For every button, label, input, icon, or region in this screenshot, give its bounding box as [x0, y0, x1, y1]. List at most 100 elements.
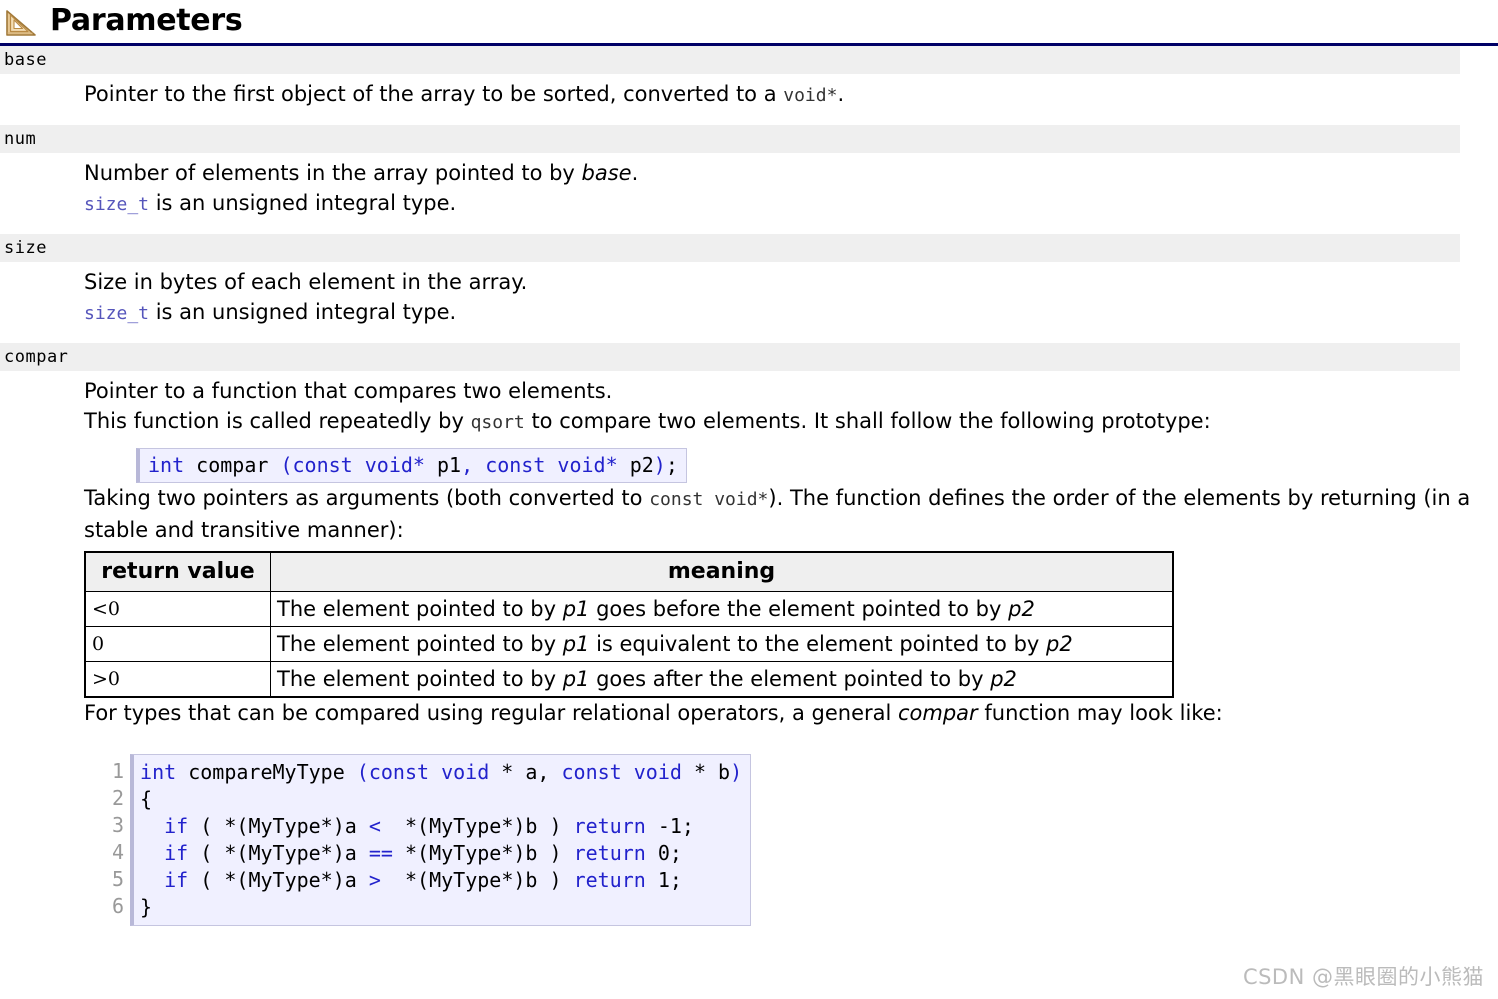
- param-label: compar: [4, 347, 69, 367]
- code-keyword: const void: [561, 760, 682, 784]
- link-size-t[interactable]: size_t: [84, 194, 149, 215]
- code-keyword: int: [140, 760, 177, 784]
- return-value-table: return value meaning <0 The element point…: [84, 551, 1174, 698]
- code-keyword: ): [730, 760, 743, 784]
- text-fragment: is equivalent to the element pointed to …: [589, 632, 1047, 656]
- table-row: 0 The element pointed to by p1 is equival…: [84, 626, 1174, 662]
- table-row: <0 The element pointed to by p1 goes befo…: [84, 591, 1174, 627]
- link-size-t[interactable]: size_t: [84, 303, 149, 324]
- paragraph-taking-two-pointers: Taking two pointers as arguments (both c…: [84, 486, 1471, 542]
- watermark: CSDN @黑眼圈的小熊猫: [1242, 965, 1484, 989]
- param-label: base: [4, 50, 47, 70]
- code-identifier: 0;: [645, 841, 682, 865]
- text-fragment: The element pointed to by: [277, 632, 563, 656]
- code-identifier: compar: [184, 453, 281, 477]
- param-line: size_t is an unsigned integral type.: [84, 300, 457, 324]
- text-fragment: The element pointed to by: [277, 597, 563, 621]
- param-line: Pointer to a function that compares two …: [84, 379, 613, 403]
- param-line: size_t is an unsigned integral type.: [84, 191, 457, 215]
- paragraph-for-types: For types that can be compared using reg…: [84, 701, 1223, 725]
- table-header-meaning: meaning: [270, 551, 1174, 592]
- param-label: size: [4, 238, 47, 258]
- emphasis-pointer: p1: [562, 667, 590, 691]
- param-line: Size in bytes of each element in the arr…: [84, 270, 528, 294]
- code-identifier: *(MyType*)b ): [392, 841, 574, 865]
- table-cell-return-value: 0: [84, 626, 271, 662]
- table-cell-return-value: >0: [84, 661, 271, 698]
- table-header-return-value: return value: [84, 551, 271, 592]
- code-identifier: [140, 841, 164, 865]
- code-keyword: if: [164, 814, 189, 838]
- code-identifier: compareMyType: [176, 760, 357, 784]
- example-code-block: 1 2 3 4 5 6 int compareMyType (const voi…: [112, 754, 752, 926]
- code-keyword: return: [573, 841, 646, 865]
- parameters-list: base Pointer to the first object of the …: [0, 46, 1498, 728]
- text-fragment: goes before the element pointed to by: [589, 597, 1009, 621]
- param-name-size: size: [0, 234, 1460, 262]
- code-keyword: return: [573, 814, 646, 838]
- code-keyword: (: [356, 760, 369, 784]
- code-keyword: int: [148, 453, 185, 477]
- code-keyword: const void: [292, 453, 413, 477]
- code-keyword: *: [412, 453, 425, 477]
- code-keyword: const void: [485, 453, 606, 477]
- code-identifier: ( *(MyType*)a: [188, 841, 369, 865]
- code-keyword: *: [605, 453, 618, 477]
- emphasis-pointer: p1: [562, 632, 590, 656]
- emphasis-compar: compar: [898, 701, 978, 725]
- code-keyword: const void: [368, 760, 490, 784]
- code-keyword: if: [164, 841, 189, 865]
- text-fragment: goes after the element pointed to by: [589, 667, 991, 691]
- table-row: >0 The element pointed to by p1 goes afte…: [84, 661, 1174, 698]
- emphasis-base: base: [581, 161, 632, 185]
- param-name-compar: compar: [0, 343, 1460, 371]
- page-header: Parameters: [0, 0, 1498, 40]
- code-identifier: ( *(MyType*)a: [188, 868, 369, 892]
- prototype-code-block: int compar (const void* p1, const void* …: [136, 448, 687, 483]
- code-identifier: p1: [424, 453, 462, 477]
- table-cell-return-value: <0: [84, 591, 271, 627]
- code-const-void-pointer: const void*: [649, 489, 769, 510]
- code-identifier: [140, 814, 164, 838]
- page-title: Parameters: [50, 3, 243, 38]
- code-identifier: *(MyType*)b ): [380, 814, 574, 838]
- emphasis-pointer: p2: [1046, 632, 1073, 656]
- code-identifier: * b: [681, 760, 731, 784]
- code-identifier: ( *(MyType*)a: [188, 814, 369, 838]
- code-keyword: >: [368, 868, 381, 892]
- code-identifier: 1;: [645, 868, 682, 892]
- code-line-numbers: 1 2 3 4 5 6: [112, 754, 131, 926]
- param-description-size: Size in bytes of each element in the arr…: [0, 262, 1498, 343]
- param-line: This function is called repeatedly by qs…: [84, 409, 1211, 433]
- code-keyword: (: [280, 453, 293, 477]
- code-keyword: ): [653, 453, 666, 477]
- table-cell-meaning: The element pointed to by p1 goes after …: [270, 661, 1174, 698]
- emphasis-pointer: p1: [562, 597, 590, 621]
- table-cell-meaning: The element pointed to by p1 goes before…: [270, 591, 1174, 627]
- code-identifier: * a,: [489, 760, 562, 784]
- param-label: num: [4, 129, 37, 149]
- param-line: Number of elements in the array pointed …: [84, 161, 639, 185]
- code-keyword: return: [573, 868, 646, 892]
- param-name-num: num: [0, 125, 1460, 153]
- code-keyword: if: [164, 868, 189, 892]
- code-keyword: <: [368, 814, 381, 838]
- set-square-ruler-icon: [6, 10, 36, 36]
- table-header-row: return value meaning: [84, 551, 1174, 592]
- code-content: int compareMyType (const void * a, const…: [130, 754, 752, 926]
- emphasis-pointer: p2: [990, 667, 1017, 691]
- code-keyword: ,: [461, 453, 486, 477]
- code-keyword: ==: [368, 841, 393, 865]
- code-qsort: qsort: [470, 412, 525, 433]
- code-identifier: }: [140, 895, 153, 919]
- code-void-pointer: void*: [783, 85, 838, 106]
- code-identifier: *(MyType*)b ): [380, 868, 574, 892]
- emphasis-pointer: p2: [1008, 597, 1035, 621]
- prototype-code-text: int compar (const void* p1, const void* …: [148, 453, 678, 477]
- param-description-compar: Pointer to a function that compares two …: [0, 371, 1498, 728]
- code-identifier: p2: [617, 453, 654, 477]
- table-cell-meaning: The element pointed to by p1 is equivale…: [270, 626, 1174, 662]
- text-fragment: The element pointed to by: [277, 667, 563, 691]
- code-identifier: {: [140, 787, 153, 811]
- code-identifier: -1;: [645, 814, 694, 838]
